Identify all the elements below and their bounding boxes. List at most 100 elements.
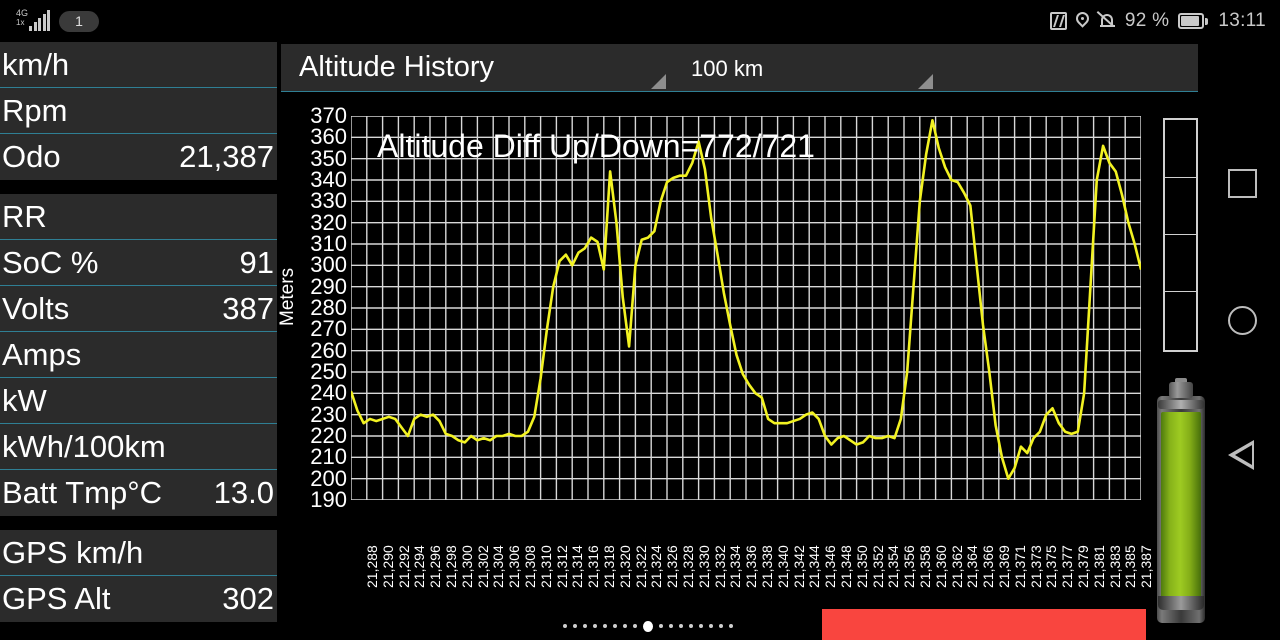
page-dot[interactable] — [669, 624, 673, 628]
x-tick-label: 21,340 — [774, 545, 791, 588]
x-tick-label: 21,338 — [758, 545, 775, 588]
page-dot[interactable] — [689, 624, 693, 628]
data-row-gps-alt[interactable]: GPS Alt 302 — [0, 576, 277, 622]
x-tick-label: 21,358 — [916, 545, 933, 588]
page-indicator[interactable] — [563, 620, 733, 632]
x-tick-label: 21,369 — [995, 545, 1012, 588]
bell-muted-icon — [1099, 12, 1116, 31]
data-row-label: GPS km/h — [2, 534, 144, 570]
y-axis-ticks: 370 360 350 340 330 320 310 300 290 280 270 260 250 2… — [299, 96, 347, 592]
x-tick-label: 21,332 — [711, 545, 728, 588]
x-tick-label: 21,366 — [980, 545, 997, 588]
data-row-rr[interactable]: RR — [0, 194, 277, 240]
view-selector-spinner[interactable]: Altitude History — [289, 44, 669, 91]
page-dot[interactable] — [719, 624, 723, 628]
data-row-odo[interactable]: Odo 21,387 — [0, 134, 277, 180]
x-tick-label: 21,316 — [585, 545, 602, 588]
data-row-amps[interactable]: Amps — [0, 332, 277, 378]
data-row-kw[interactable]: kW — [0, 378, 277, 424]
chart-title: Altitude Diff Up/Down=772/721 — [377, 128, 815, 164]
data-row-label: Rpm — [2, 92, 68, 128]
data-row-batt-temp[interactable]: Batt Tmp°C 13.0 — [0, 470, 277, 516]
x-tick-label: 21,334 — [727, 545, 744, 588]
data-row-value: 302 — [222, 581, 274, 616]
app-screen: 4G 1x 1 92 % 13:11 km/h Rpm Odo 21,387 R… — [0, 0, 1280, 640]
range-selector-spinner[interactable]: 100 km — [681, 44, 936, 91]
x-tick-label: 21,288 — [363, 545, 380, 588]
data-row-soc[interactable]: SoC % 91 — [0, 240, 277, 286]
nav-recents-button[interactable] — [1228, 169, 1257, 198]
data-row-label: Amps — [2, 336, 82, 372]
x-tick-label: 21,342 — [790, 545, 807, 588]
x-tick-label: 21,326 — [664, 545, 681, 588]
sim-badge: 1 — [59, 10, 99, 32]
status-bar-left: 4G 1x 1 — [16, 0, 99, 42]
alert-bar[interactable] — [822, 609, 1146, 640]
data-row-label: kWh/100km — [2, 428, 166, 464]
data-row-value: 13.0 — [213, 475, 274, 510]
clock-label: 13:11 — [1218, 10, 1266, 31]
range-selector-label: 100 km — [691, 56, 764, 81]
network-sub-label: 1x — [16, 18, 25, 27]
page-dot[interactable] — [709, 624, 713, 628]
chart-toolbar: Altitude History 100 km — [281, 44, 1198, 92]
x-tick-label: 21,364 — [964, 545, 981, 588]
data-row-gps-kmh[interactable]: GPS km/h — [0, 530, 277, 576]
x-tick-label: 21,346 — [822, 545, 839, 588]
y-axis-label: Meters — [277, 267, 298, 326]
page-dot[interactable] — [603, 624, 607, 628]
x-tick-label: 21,377 — [1059, 545, 1076, 588]
x-tick-label: 21,294 — [411, 545, 428, 588]
altitude-chart[interactable]: Meters 370 360 350 340 330 320 310 300 290 280 270… — [277, 96, 1198, 592]
page-dot[interactable] — [679, 624, 683, 628]
x-tick-label: 21,292 — [395, 545, 412, 588]
page-dot[interactable] — [699, 624, 703, 628]
page-dot[interactable] — [633, 624, 637, 628]
page-dot[interactable] — [623, 624, 627, 628]
page-dot[interactable] — [659, 624, 663, 628]
page-dot[interactable] — [613, 624, 617, 628]
chart-svg — [349, 115, 1143, 501]
x-tick-label: 21,354 — [885, 545, 902, 588]
x-tick-label: 21,304 — [490, 545, 507, 588]
panel-divider — [0, 516, 277, 530]
data-row-label: GPS Alt — [2, 581, 111, 616]
page-dot[interactable] — [583, 624, 587, 628]
x-tick-label: 21,381 — [1090, 545, 1107, 588]
data-row-label: km/h — [2, 46, 70, 82]
data-row-kwh-100km[interactable]: kWh/100km — [0, 424, 277, 470]
chevron-down-icon — [651, 74, 666, 89]
data-row-rpm[interactable]: Rpm — [0, 88, 277, 134]
x-tick-label: 21,320 — [616, 545, 633, 588]
signal-bars — [29, 10, 50, 31]
data-row-label: Volts — [2, 290, 70, 326]
nav-home-button[interactable] — [1228, 306, 1257, 335]
data-row-label: Odo — [2, 139, 61, 174]
x-tick-label: 21,312 — [553, 545, 570, 588]
x-tick-label: 21,360 — [932, 545, 949, 588]
nav-back-button[interactable] — [1228, 440, 1258, 470]
status-bar-right: 92 % 13:11 — [1049, 0, 1266, 42]
network-type-label: 4G — [16, 8, 29, 18]
x-tick-label: 21,379 — [1074, 545, 1091, 588]
page-dot[interactable] — [593, 624, 597, 628]
x-tick-label: 21,330 — [695, 545, 712, 588]
data-row-value: 91 — [239, 244, 274, 280]
x-tick-label: 21,344 — [806, 545, 823, 588]
x-tick-label: 21,322 — [632, 545, 649, 588]
page-dot[interactable] — [643, 620, 653, 632]
chart-gridlines — [350, 115, 1142, 501]
y-tick-label: 190 — [310, 487, 347, 512]
data-row-value: 21,387 — [179, 139, 274, 174]
view-selector-label: Altitude History — [299, 51, 495, 83]
data-row-kmh[interactable]: km/h — [0, 42, 277, 88]
x-tick-label: 21,306 — [506, 545, 523, 588]
nfc-icon — [1049, 12, 1067, 30]
page-dot[interactable] — [563, 624, 567, 628]
x-tick-label: 21,308 — [521, 545, 538, 588]
data-row-volts[interactable]: Volts 387 — [0, 286, 277, 332]
page-dot[interactable] — [573, 624, 577, 628]
panel-divider — [0, 180, 277, 194]
page-dot[interactable] — [729, 624, 733, 628]
x-tick-label: 21,350 — [853, 545, 870, 588]
